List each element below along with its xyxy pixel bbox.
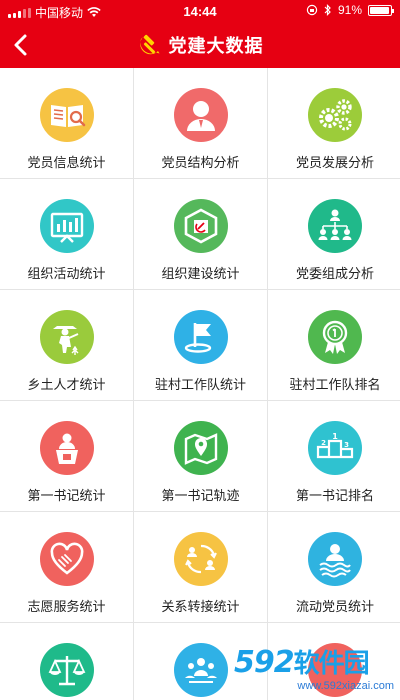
book-search-icon — [39, 88, 94, 142]
status-bar: 中国移动 14:44 91% — [0, 0, 400, 22]
grid-item-mobile-members[interactable]: 流动党员统计 — [268, 512, 400, 622]
grid-item-volunteer-service[interactable]: 志愿服务统计 — [0, 512, 133, 622]
orientation-lock-icon — [306, 4, 318, 16]
page-title: 党建大数据 — [168, 36, 264, 56]
grid-item-member-structure[interactable]: 党员结构分析 — [134, 68, 267, 178]
bar-chart-board-icon — [39, 199, 94, 253]
nav-bar: 党建大数据 — [0, 22, 400, 68]
watermark-logo-number: 592 — [234, 645, 295, 680]
grid-item-row6-1[interactable] — [0, 623, 133, 700]
grid-item-label: 党员信息统计 — [27, 155, 106, 170]
battery-icon — [368, 4, 394, 16]
watermark-logo-text: 软件园 — [293, 649, 370, 679]
grid-item-member-development[interactable]: 党员发展分析 — [268, 68, 400, 178]
grid-item-first-secretary-track[interactable]: 第一书记轨迹 — [134, 401, 267, 511]
person-icon — [173, 88, 228, 142]
scales-icon — [39, 643, 94, 697]
transfer-icon — [173, 532, 228, 586]
watermark-logo: 592软件园 — [234, 645, 394, 680]
heart-hands-icon — [39, 532, 94, 586]
grid-item-label: 驻村工作队统计 — [154, 377, 246, 392]
status-right: 91% — [306, 3, 394, 17]
flag-icon — [173, 310, 228, 364]
grid-item-org-activity[interactable]: 组织活动统计 — [0, 179, 133, 289]
battery-percent: 91% — [337, 3, 362, 17]
grid-item-label: 乡土人才统计 — [27, 377, 106, 392]
grid-item-label: 驻村工作队排名 — [289, 377, 381, 392]
bluetooth-icon — [324, 4, 331, 16]
party-cube-icon — [173, 199, 228, 253]
watermark-url: www.592xiazai.com — [297, 680, 394, 692]
grid-item-label: 流动党员统计 — [295, 599, 374, 614]
grid-item-label: 第一书记轨迹 — [161, 488, 240, 503]
group-icon — [173, 643, 228, 697]
hammer-sickle-icon — [139, 34, 159, 55]
grid-item-label: 第一书记统计 — [27, 488, 106, 503]
feature-grid: 党员信息统计 党员结构分析 党员发展分析 组织活动统计 组织建设统计 党委组成分… — [0, 68, 400, 700]
svg-text:3: 3 — [344, 441, 349, 449]
grid-item-org-building[interactable]: 组织建设统计 — [134, 179, 267, 289]
grid-item-committee-composition[interactable]: 党委组成分析 — [268, 179, 400, 289]
grid-item-label: 志愿服务统计 — [27, 599, 106, 614]
grid-item-label: 第一书记排名 — [295, 488, 374, 503]
org-chart-icon — [308, 199, 362, 253]
grid-item-first-secretary-ranking[interactable]: 1 2 3 第一书记排名 — [268, 401, 400, 511]
svg-text:1: 1 — [332, 432, 338, 441]
grid-item-label: 党员发展分析 — [295, 155, 374, 170]
grid-item-member-info[interactable]: 党员信息统计 — [0, 68, 133, 178]
medal-icon — [308, 310, 362, 364]
podium-icon: 1 2 3 — [308, 421, 362, 475]
map-pin-icon — [173, 421, 228, 475]
speaker-icon — [39, 421, 94, 475]
grid-item-local-talent[interactable]: 乡土人才统计 — [0, 290, 133, 400]
grid-item-first-secretary-stats[interactable]: 第一书记统计 — [0, 401, 133, 511]
grid-item-label: 组织建设统计 — [161, 266, 240, 281]
gears-icon — [308, 88, 362, 142]
watermark: 592软件园 www.592xiazai.com — [234, 648, 394, 694]
grid-item-label: 党员结构分析 — [161, 155, 240, 170]
person-waves-icon — [308, 532, 362, 586]
svg-text:2: 2 — [321, 439, 326, 447]
grid-item-village-team-ranking[interactable]: 驻村工作队排名 — [268, 290, 400, 400]
grid-item-village-team-stats[interactable]: 驻村工作队统计 — [134, 290, 267, 400]
grid-item-label: 关系转接统计 — [161, 599, 240, 614]
title-wrap: 党建大数据 — [0, 22, 400, 68]
grid-item-label: 党委组成分析 — [295, 266, 374, 281]
farmer-icon — [39, 310, 94, 364]
grid-item-relation-transfer[interactable]: 关系转接统计 — [134, 512, 267, 622]
grid-item-label: 组织活动统计 — [27, 266, 106, 281]
